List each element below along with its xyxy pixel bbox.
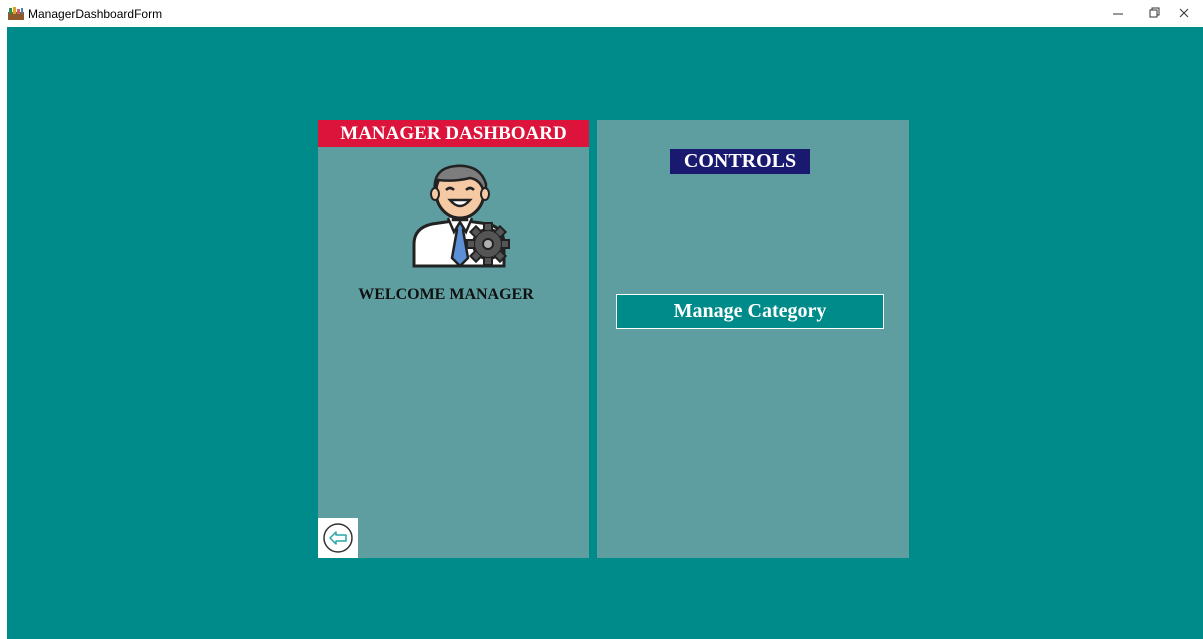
close-icon <box>1170 3 1198 23</box>
restore-icon <box>1140 3 1168 23</box>
back-button[interactable] <box>318 518 358 558</box>
minimize-button[interactable] <box>1104 3 1132 23</box>
back-arrow-icon <box>318 523 358 562</box>
dashboard-header: MANAGER DASHBOARD <box>318 120 589 147</box>
controls-title: CONTROLS <box>670 149 810 174</box>
restore-button[interactable] <box>1140 3 1168 23</box>
manage-category-button[interactable]: Manage Category <box>616 294 884 329</box>
controls-panel: CONTROLS Manage Category <box>597 120 909 558</box>
minimize-icon <box>1104 3 1132 23</box>
welcome-label: WELCOME MANAGER <box>358 286 534 303</box>
close-button[interactable] <box>1170 3 1198 23</box>
dashboard-panel: MANAGER DASHBOARD WELCOME MANAGER <box>318 120 589 558</box>
app-icon <box>8 7 24 20</box>
manager-dashboard-window: ManagerDashboardForm MANAGER DASHBOARD W… <box>0 0 1203 639</box>
window-title: ManagerDashboardForm <box>28 7 163 21</box>
manager-avatar-icon <box>408 162 512 270</box>
title-bar[interactable]: ManagerDashboardForm <box>0 0 1203 27</box>
